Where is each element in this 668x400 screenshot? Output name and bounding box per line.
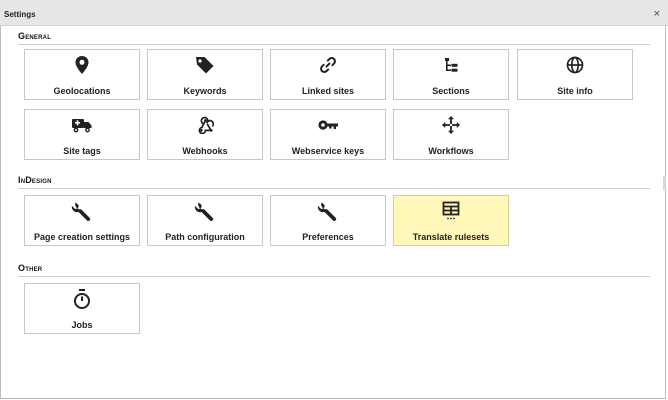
wrench-icon (271, 201, 385, 221)
tile-label: Translate rulesets (412, 232, 490, 242)
tile-site-tags[interactable]: Site tags (24, 109, 140, 160)
tile-label: Preferences (302, 232, 354, 242)
tile-workflows[interactable]: Workflows (393, 109, 509, 160)
link-icon (271, 55, 385, 75)
tile-page-creation-settings[interactable]: Page creation settings (24, 195, 140, 246)
tile-jobs[interactable]: Jobs (24, 283, 140, 334)
tile-sections[interactable]: Sections (393, 49, 509, 100)
tile-label: Site info (557, 86, 593, 96)
tile-label: Jobs (71, 320, 93, 330)
tile-label: Path configuration (165, 232, 245, 242)
tile-label: Linked sites (301, 86, 355, 96)
title-bar: Settings × (0, 0, 668, 26)
tile-linked-sites[interactable]: Linked sites (270, 49, 386, 100)
tile-translate-rulesets[interactable]: Translate rulesets (393, 195, 509, 246)
tile-webhooks[interactable]: Webhooks (147, 109, 263, 160)
table-icon (394, 201, 508, 221)
tile-label: Webservice keys (291, 146, 365, 156)
tile-label: Keywords (183, 86, 227, 96)
tile-label: Page creation settings (33, 232, 131, 242)
section-heading-indesign: InDesign (18, 175, 650, 189)
tile-keywords[interactable]: Keywords (147, 49, 263, 100)
webhook-icon (148, 115, 262, 135)
dialog-title: Settings (4, 10, 36, 19)
move-arrows-icon (394, 115, 508, 135)
scrollbar-thumb[interactable] (663, 176, 666, 190)
section-heading-other: Other (18, 263, 650, 277)
tile-geolocations[interactable]: Geolocations (24, 49, 140, 100)
tree-icon (394, 55, 508, 75)
tile-webservice-keys[interactable]: Webservice keys (270, 109, 386, 160)
tile-label: Site tags (63, 146, 101, 156)
stopwatch-icon (25, 289, 139, 309)
tile-label: Geolocations (53, 86, 111, 96)
tile-label: Sections (432, 86, 470, 96)
truck-icon (25, 115, 139, 135)
tag-icon (148, 55, 262, 75)
wrench-icon (148, 201, 262, 221)
key-icon (271, 115, 385, 135)
tile-path-configuration[interactable]: Path configuration (147, 195, 263, 246)
map-pin-icon (25, 55, 139, 75)
tile-label: Webhooks (182, 146, 228, 156)
tile-preferences[interactable]: Preferences (270, 195, 386, 246)
tile-site-info[interactable]: Site info (517, 49, 633, 100)
globe-icon (518, 55, 632, 75)
wrench-icon (25, 201, 139, 221)
tile-label: Workflows (428, 146, 474, 156)
section-heading-general: General (18, 31, 650, 45)
close-icon[interactable]: × (654, 9, 660, 20)
